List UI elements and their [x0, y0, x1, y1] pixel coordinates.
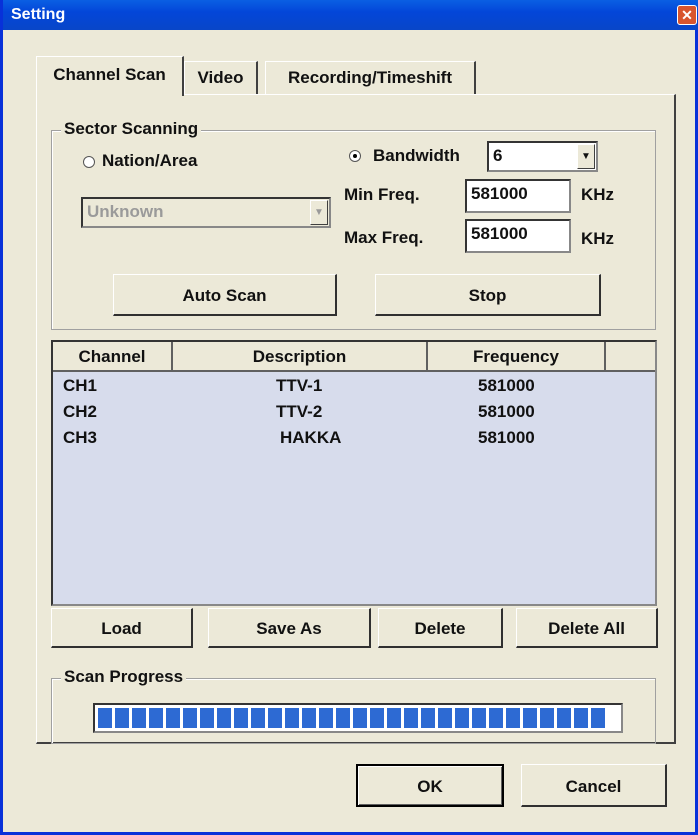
- progress-block: [540, 708, 554, 728]
- cell-description: TTV-2: [276, 402, 323, 421]
- bandwidth-value: 6: [493, 146, 503, 165]
- column-header-frequency[interactable]: Frequency: [428, 342, 606, 372]
- progress-block: [472, 708, 486, 728]
- cell-channel: CH3: [63, 428, 98, 447]
- progress-block: [98, 708, 112, 728]
- progress-block: [302, 708, 316, 728]
- nation-area-radio[interactable]: [83, 156, 95, 168]
- tab-recording-timeshift[interactable]: Recording/Timeshift: [265, 61, 476, 94]
- save-as-button[interactable]: Save As: [208, 608, 371, 648]
- progress-block: [574, 708, 588, 728]
- cell-description: HAKKA: [280, 428, 342, 447]
- progress-block: [285, 708, 299, 728]
- scan-progress-fill: [98, 708, 605, 728]
- stop-button[interactable]: Stop: [375, 274, 601, 316]
- load-button[interactable]: Load: [51, 608, 193, 648]
- window-title: Setting: [11, 6, 66, 23]
- progress-block: [166, 708, 180, 728]
- column-header-description[interactable]: Description: [173, 342, 428, 372]
- setting-dialog: Setting ✕ Channel Scan Video Recording/T…: [0, 0, 698, 835]
- progress-block: [268, 708, 282, 728]
- max-freq-input[interactable]: 581000: [465, 219, 571, 253]
- progress-block: [217, 708, 231, 728]
- cell-frequency: 581000: [478, 402, 535, 421]
- bandwidth-select[interactable]: 6 ▼: [487, 141, 598, 172]
- progress-block: [404, 708, 418, 728]
- ok-button[interactable]: OK: [356, 764, 504, 807]
- table-row[interactable]: CH2 TTV-2 581000: [53, 402, 655, 428]
- delete-button[interactable]: Delete: [378, 608, 503, 648]
- cell-frequency: 581000: [478, 376, 535, 395]
- max-freq-unit: KHz: [581, 229, 615, 248]
- cancel-button[interactable]: Cancel: [521, 764, 667, 807]
- column-header-channel[interactable]: Channel: [53, 342, 173, 372]
- auto-scan-button[interactable]: Auto Scan: [113, 274, 337, 316]
- table-row[interactable]: CH3 HAKKA 581000: [53, 428, 655, 454]
- progress-block: [421, 708, 435, 728]
- progress-block: [370, 708, 384, 728]
- tab-video[interactable]: Video: [184, 61, 258, 94]
- progress-block: [234, 708, 248, 728]
- progress-block: [591, 708, 605, 728]
- progress-block: [251, 708, 265, 728]
- progress-block: [506, 708, 520, 728]
- progress-block: [523, 708, 537, 728]
- max-freq-label: Max Freq.: [344, 228, 424, 247]
- progress-block: [455, 708, 469, 728]
- scan-progress-bar: [93, 703, 623, 733]
- min-freq-label: Min Freq.: [344, 185, 420, 204]
- bandwidth-label: Bandwidth: [373, 146, 460, 165]
- nation-area-select: Unknown ▼: [81, 197, 331, 228]
- chevron-down-icon: ▼: [310, 200, 328, 225]
- title-bar[interactable]: Setting ✕: [3, 0, 698, 30]
- progress-block: [336, 708, 350, 728]
- min-freq-input[interactable]: 581000: [465, 179, 571, 213]
- chevron-down-icon[interactable]: ▼: [577, 144, 595, 169]
- column-header-filler: [606, 342, 655, 372]
- scan-progress-label: Scan Progress: [61, 667, 187, 687]
- progress-block: [557, 708, 571, 728]
- nation-area-label: Nation/Area: [102, 151, 198, 170]
- progress-block: [319, 708, 333, 728]
- cell-channel: CH1: [63, 376, 98, 395]
- progress-block: [200, 708, 214, 728]
- cell-channel: CH2: [63, 402, 98, 421]
- progress-block: [387, 708, 401, 728]
- min-freq-unit: KHz: [581, 185, 615, 204]
- cell-description: TTV-1: [276, 376, 323, 395]
- progress-block: [438, 708, 452, 728]
- tab-channel-scan[interactable]: Channel Scan: [36, 56, 184, 96]
- bandwidth-radio[interactable]: [349, 150, 361, 162]
- table-row[interactable]: CH1 TTV-1 581000: [53, 376, 655, 402]
- close-icon[interactable]: ✕: [677, 5, 697, 25]
- progress-block: [353, 708, 367, 728]
- channel-list[interactable]: Channel Description Frequency CH1 TTV-1 …: [51, 340, 657, 606]
- cell-frequency: 581000: [478, 428, 535, 447]
- progress-block: [115, 708, 129, 728]
- progress-block: [183, 708, 197, 728]
- progress-block: [132, 708, 146, 728]
- sector-scanning-label: Sector Scanning: [61, 119, 202, 139]
- progress-block: [149, 708, 163, 728]
- delete-all-button[interactable]: Delete All: [516, 608, 658, 648]
- nation-area-value: Unknown: [87, 202, 164, 221]
- progress-block: [489, 708, 503, 728]
